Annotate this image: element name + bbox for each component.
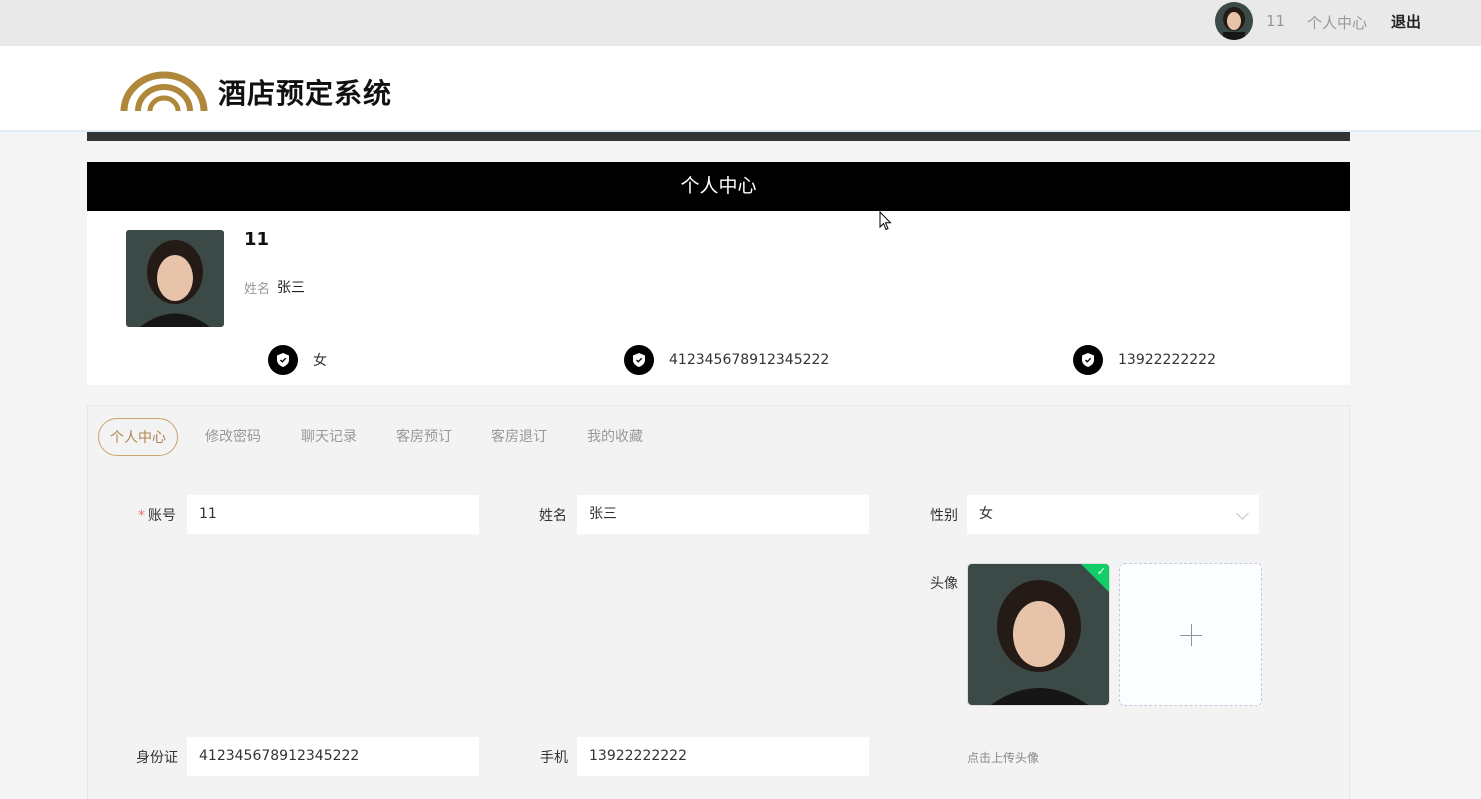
profile-idcard-value: 412345678912345222 [669,352,830,368]
profile-idcard: 412345678912345222 [624,345,829,375]
topbar-username: 11 [1266,12,1286,30]
profile-gender-value: 女 [313,353,327,369]
profile-username: 11 [244,229,270,250]
shield-icon [268,345,298,375]
site-title[interactable]: 酒店预定系统 [218,72,392,112]
avatar-label: 头像 [930,576,958,592]
page-banner: 个人中心 [87,162,1350,211]
gender-select[interactable]: 女 [967,495,1259,534]
profile-phone: 13922222222 [1073,345,1216,375]
top-bar: 11 个人中心 退出 [0,0,1481,46]
tab-chat-history[interactable]: 聊天记录 [301,418,357,456]
name-input[interactable] [577,495,869,534]
phone-input[interactable] [577,737,869,776]
page-title: 个人中心 [680,175,757,197]
logout-link[interactable]: 退出 [1391,11,1421,32]
nav-strip [87,132,1350,141]
chevron-down-icon [1236,507,1249,520]
tab-change-password[interactable]: 修改密码 [205,418,261,456]
account-label: * 账号 [138,508,176,524]
gender-select-value: 女 [979,506,993,522]
phone-label: 手机 [540,750,568,766]
upload-tip: 点击上传头像 [967,751,1040,765]
shield-icon [624,345,654,375]
user-avatar[interactable] [1215,2,1253,40]
account-input[interactable] [187,495,479,534]
profile-card: 11 姓名 张三 女 412345678912345222 1392222222… [87,211,1350,385]
logo-icon[interactable] [120,61,208,113]
profile-tabs-panel: 个人中心 修改密码 聊天记录 客房预订 客房退订 我的收藏 *账号 姓名 性别 … [87,405,1350,799]
user-center-link[interactable]: 个人中心 [1307,12,1367,33]
profile-realname: 张三 [277,280,305,296]
shield-icon [1073,345,1103,375]
idcard-label: 身份证 [136,750,178,766]
name-label: 姓名 [539,508,567,524]
profile-photo [126,230,224,327]
profile-phone-value: 13922222222 [1118,352,1216,368]
tab-room-booking[interactable]: 客房预订 [396,418,452,456]
profile-gender: 女 [268,345,327,375]
check-icon: ✓ [1096,565,1106,578]
uploaded-avatar[interactable]: ✓ [967,563,1110,706]
gender-label: 性别 [930,508,958,524]
profile-realname-label: 姓名 [244,282,271,297]
idcard-input[interactable] [187,737,479,776]
tab-personal-center[interactable]: 个人中心 [98,418,178,456]
site-header: 酒店预定系统 [0,46,1481,132]
mouse-cursor-icon [879,210,893,235]
tab-my-favorites[interactable]: 我的收藏 [587,418,643,456]
upload-avatar-button[interactable] [1119,563,1262,706]
tab-room-cancel[interactable]: 客房退订 [491,418,547,456]
